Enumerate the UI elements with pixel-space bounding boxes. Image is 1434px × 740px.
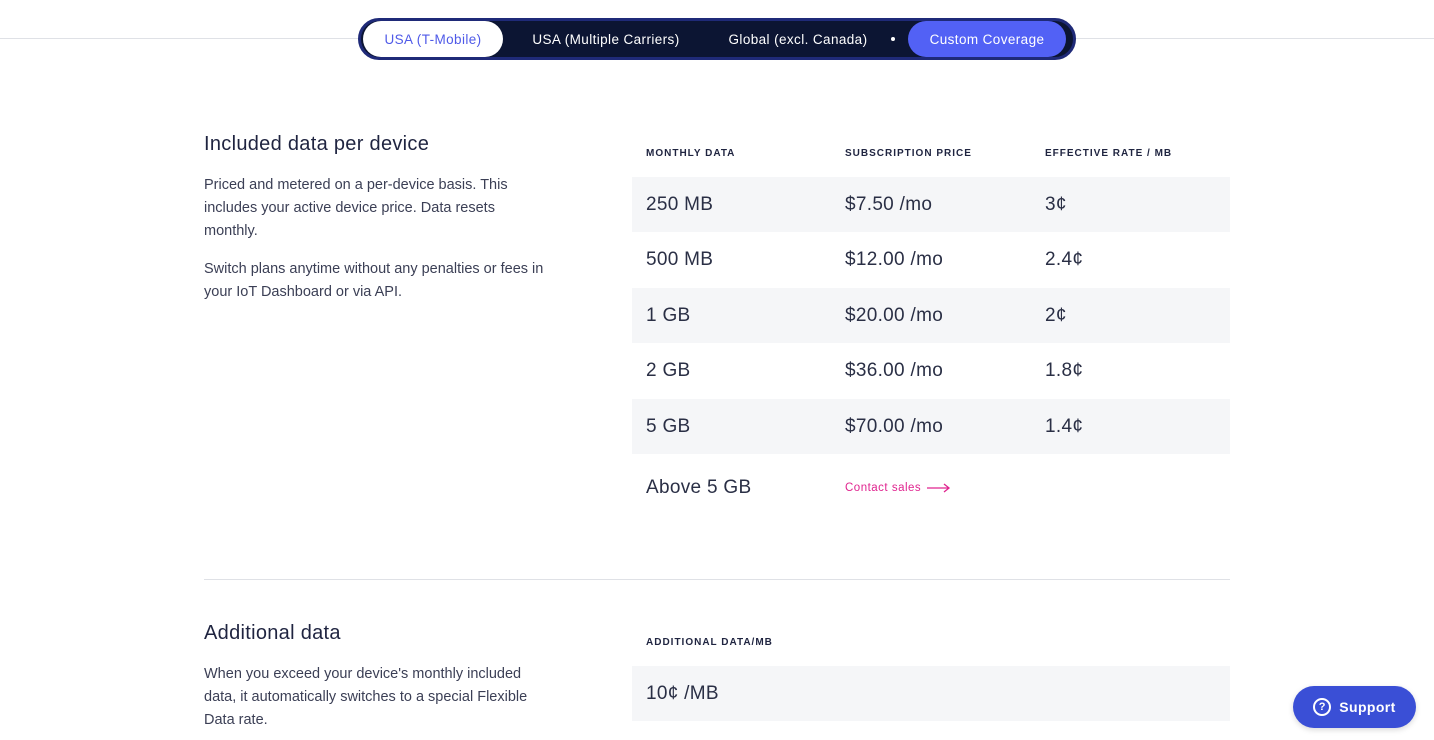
arrow-right-icon	[927, 482, 951, 493]
column-header-monthly-data: MONTHLY DATA	[646, 148, 736, 159]
support-button[interactable]: ? Support	[1293, 686, 1416, 728]
support-label: Support	[1339, 699, 1396, 715]
additional-data-title: Additional data	[204, 622, 341, 644]
table-row: 5 GB $70.00 /mo 1.4¢	[632, 399, 1230, 454]
tab-usa-multiple-carriers[interactable]: USA (Multiple Carriers)	[503, 21, 709, 57]
price-cell: $12.00 /mo	[845, 248, 944, 270]
rate-cell: 2.4¢	[1045, 248, 1084, 270]
rate-cell: 2¢	[1045, 304, 1067, 326]
table-row: 2 GB $36.00 /mo 1.8¢	[632, 343, 1230, 398]
tab-global-excl-canada[interactable]: Global (excl. Canada)	[709, 21, 887, 57]
tab-custom-coverage[interactable]: Custom Coverage	[908, 21, 1066, 57]
section-divider	[204, 579, 1230, 580]
contact-sales-label: Contact sales	[845, 481, 922, 494]
table-row: 1 GB $20.00 /mo 2¢	[632, 288, 1230, 343]
column-header-additional-data: ADDITIONAL DATA/MB	[646, 637, 773, 648]
coverage-tabs: USA (T-Mobile) USA (Multiple Carriers) G…	[358, 18, 1076, 60]
price-cell: $70.00 /mo	[845, 415, 944, 437]
monthly-data-cell: 1 GB	[646, 304, 691, 326]
monthly-data-cell: 250 MB	[646, 193, 714, 215]
monthly-data-cell: Above 5 GB	[646, 476, 752, 498]
column-header-effective-rate: EFFECTIVE RATE / MB	[1045, 148, 1173, 159]
monthly-data-cell: 500 MB	[646, 248, 714, 270]
table-row: 500 MB $12.00 /mo 2.4¢	[632, 232, 1230, 287]
contact-sales-link[interactable]: Contact sales	[845, 482, 951, 494]
included-data-description: Priced and metered on a per-device basis…	[204, 177, 508, 239]
rate-cell: 3¢	[1045, 193, 1067, 215]
question-icon: ?	[1313, 698, 1332, 716]
column-header-subscription-price: SUBSCRIPTION PRICE	[845, 148, 972, 159]
rate-cell: 1.8¢	[1045, 359, 1084, 381]
table-row: 10¢ /MB	[632, 666, 1230, 721]
monthly-data-cell: 5 GB	[646, 415, 691, 437]
monthly-data-cell: 2 GB	[646, 359, 691, 381]
included-data-title: Included data per device	[204, 133, 430, 155]
price-cell: $7.50 /mo	[845, 193, 933, 215]
price-cell: $36.00 /mo	[845, 359, 944, 381]
price-cell: $20.00 /mo	[845, 304, 944, 326]
additional-data-description: When you exceed your device's monthly in…	[204, 666, 528, 728]
rate-cell: 1.4¢	[1045, 415, 1084, 437]
separator-dot	[891, 37, 895, 41]
additional-rate-cell: 10¢ /MB	[646, 682, 719, 704]
tab-usa-t-mobile[interactable]: USA (T-Mobile)	[363, 21, 503, 57]
table-row: 250 MB $7.50 /mo 3¢	[632, 177, 1230, 232]
table-row-above-5gb: Above 5 GB Contact sales	[632, 460, 1230, 515]
included-data-note: Switch plans anytime without any penalti…	[204, 261, 544, 300]
